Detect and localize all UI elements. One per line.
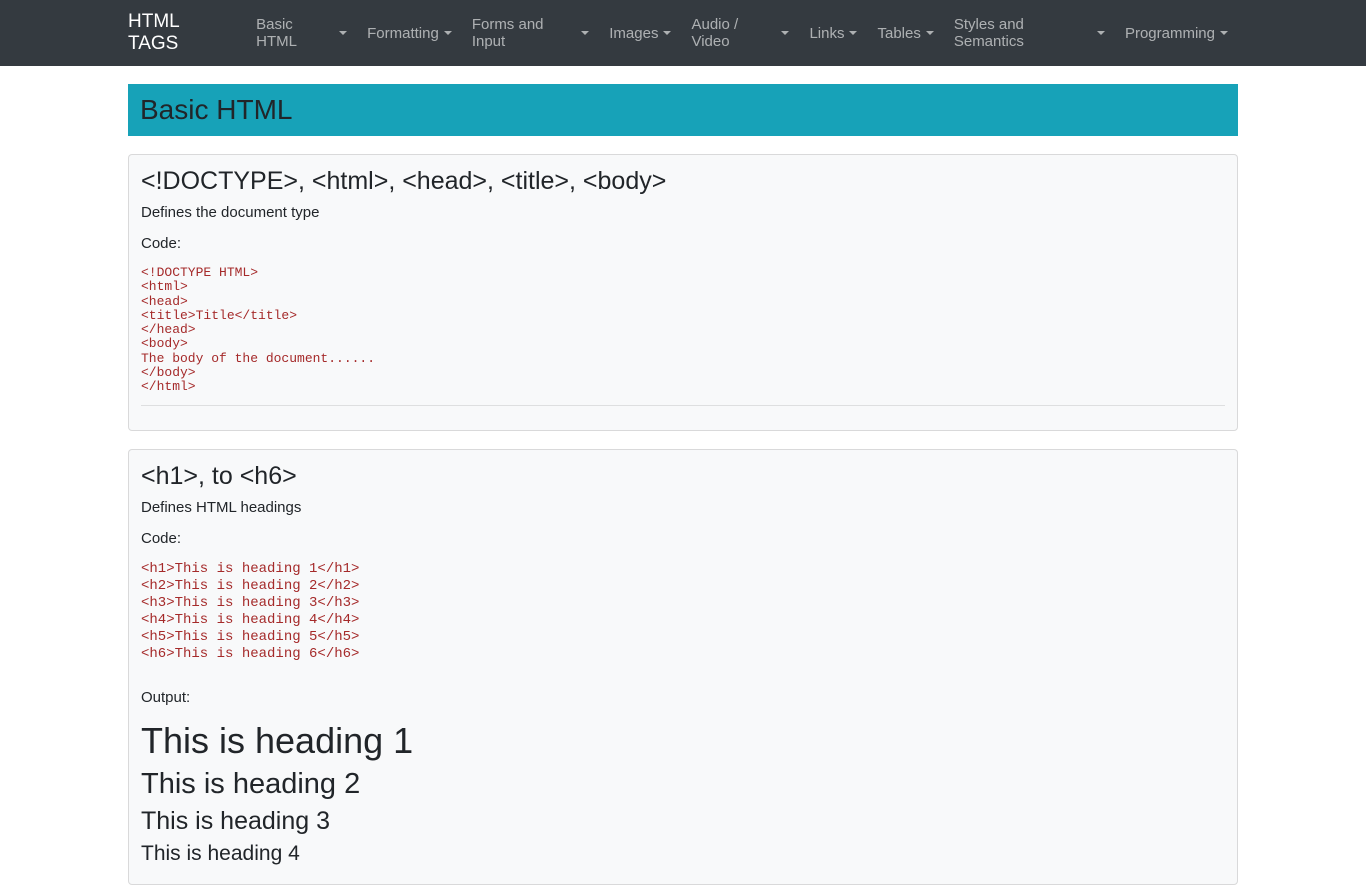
nav-item-label: Tables [877,25,920,42]
nav-item-label: Links [809,25,844,42]
chevron-down-icon [781,31,789,35]
output-label: Output: [141,689,1225,706]
nav-item-programming[interactable]: Programming [1115,17,1238,50]
nav-item-images[interactable]: Images [599,17,681,50]
nav-item-label: Basic HTML [256,16,334,50]
chevron-down-icon [1097,31,1105,35]
chevron-down-icon [339,31,347,35]
code-block: <h1>This is heading 1</h1> <h2>This is h… [141,561,1225,663]
code-block: <!DOCTYPE HTML> <html> <head> <title>Tit… [141,266,1225,395]
divider [141,405,1225,406]
nav-item-links[interactable]: Links [799,17,867,50]
output-heading-2: This is heading 2 [141,768,1225,801]
nav-item-tables[interactable]: Tables [867,17,943,50]
output-heading-4: This is heading 4 [141,842,1225,866]
card-description: Defines the document type [141,204,1225,221]
code-label: Code: [141,235,1225,252]
chevron-down-icon [663,31,671,35]
chevron-down-icon [849,31,857,35]
output-heading-1: This is heading 1 [141,720,1225,762]
nav-item-label: Audio / Video [691,16,776,50]
chevron-down-icon [1220,31,1228,35]
navbar: HTML TAGS Basic HTML Formatting Forms an… [0,0,1366,66]
page-title-banner: Basic HTML [128,84,1238,136]
nav-item-label: Programming [1125,25,1215,42]
nav-item-label: Images [609,25,658,42]
chevron-down-icon [581,31,589,35]
card-doctype: <!DOCTYPE>, <html>, <head>, <title>, <bo… [128,154,1238,431]
card-headings: <h1>, to <h6> Defines HTML headings Code… [128,449,1238,885]
nav-item-forms-and-input[interactable]: Forms and Input [462,8,599,58]
code-label: Code: [141,530,1225,547]
card-heading: <!DOCTYPE>, <html>, <head>, <title>, <bo… [141,167,1225,196]
card-heading: <h1>, to <h6> [141,462,1225,491]
navbar-brand[interactable]: HTML TAGS [128,11,230,55]
nav-item-label: Formatting [367,25,439,42]
output-heading-3: This is heading 3 [141,807,1225,836]
nav-item-label: Styles and Semantics [954,16,1092,50]
nav-item-basic-html[interactable]: Basic HTML [246,8,357,58]
page-title: Basic HTML [140,94,1226,126]
nav-item-styles-and-semantics[interactable]: Styles and Semantics [944,8,1115,58]
nav-item-formatting[interactable]: Formatting [357,17,462,50]
card-description: Defines HTML headings [141,499,1225,516]
chevron-down-icon [926,31,934,35]
nav-item-label: Forms and Input [472,16,576,50]
nav-item-audio-video[interactable]: Audio / Video [681,8,799,58]
chevron-down-icon [444,31,452,35]
